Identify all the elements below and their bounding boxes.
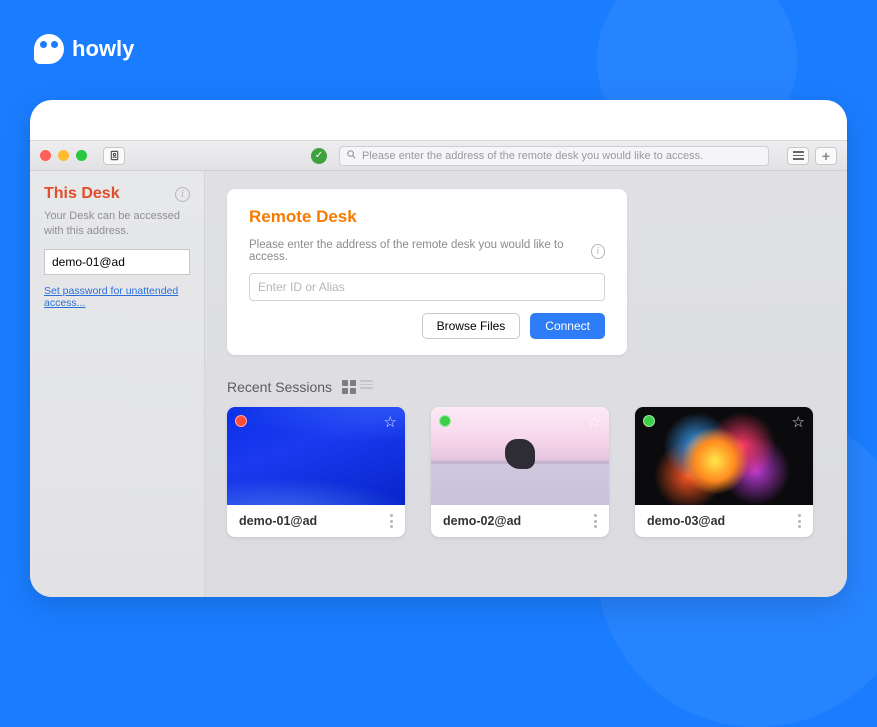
minimize-window-button[interactable] xyxy=(58,150,69,161)
remote-address-input[interactable] xyxy=(249,273,605,301)
session-thumbnail: ☆ xyxy=(431,407,609,505)
own-address-field[interactable] xyxy=(44,249,190,275)
session-card[interactable]: ☆ demo-01@ad xyxy=(227,407,405,537)
info-icon[interactable]: i xyxy=(175,187,190,202)
remote-description: Please enter the address of the remote d… xyxy=(249,239,583,263)
session-card[interactable]: ☆ demo-02@ad xyxy=(431,407,609,537)
app-window: ✓ Please enter the address of the remote… xyxy=(30,140,847,597)
status-indicator-offline xyxy=(235,415,247,427)
remote-desk-panel: Remote Desk Please enter the address of … xyxy=(227,189,627,355)
howly-brand: howly xyxy=(34,34,134,64)
sessions-grid: ☆ demo-01@ad ☆ xyxy=(227,407,825,537)
set-password-link[interactable]: Set password for unattended access... xyxy=(44,285,190,309)
sidebar-description: Your Desk can be accessed with this addr… xyxy=(44,209,190,239)
recent-sessions-header: Recent Sessions xyxy=(227,379,825,395)
status-indicator-online xyxy=(643,415,655,427)
search-placeholder: Please enter the address of the remote d… xyxy=(362,150,703,162)
menu-button[interactable] xyxy=(787,147,809,165)
search-icon xyxy=(346,149,357,163)
titlebar: ✓ Please enter the address of the remote… xyxy=(30,141,847,171)
address-book-button[interactable] xyxy=(103,147,125,165)
remote-title: Remote Desk xyxy=(249,207,605,227)
more-options-button[interactable] xyxy=(594,514,597,528)
screenshot-card: ✓ Please enter the address of the remote… xyxy=(30,100,847,597)
more-options-button[interactable] xyxy=(798,514,801,528)
grid-view-icon xyxy=(342,380,356,394)
session-card[interactable]: ☆ demo-03@ad xyxy=(635,407,813,537)
session-label: demo-02@ad xyxy=(443,514,521,528)
maximize-window-button[interactable] xyxy=(76,150,87,161)
owl-icon xyxy=(34,34,64,64)
session-label: demo-01@ad xyxy=(239,514,317,528)
main-content: Remote Desk Please enter the address of … xyxy=(205,171,847,597)
address-search-field[interactable]: Please enter the address of the remote d… xyxy=(339,146,769,166)
session-thumbnail: ☆ xyxy=(227,407,405,505)
connect-button[interactable]: Connect xyxy=(530,313,605,339)
sidebar-title: This Desk xyxy=(44,185,120,203)
favorite-icon[interactable]: ☆ xyxy=(588,413,601,431)
sidebar: This Desk i Your Desk can be accessed wi… xyxy=(30,171,205,597)
close-window-button[interactable] xyxy=(40,150,51,161)
view-toggle[interactable] xyxy=(342,380,373,394)
favorite-icon[interactable]: ☆ xyxy=(792,413,805,431)
browse-files-button[interactable]: Browse Files xyxy=(422,313,521,339)
status-ok-icon: ✓ xyxy=(311,148,327,164)
brand-name: howly xyxy=(72,36,134,62)
info-icon[interactable]: i xyxy=(591,244,605,259)
more-options-button[interactable] xyxy=(390,514,393,528)
window-controls xyxy=(40,150,87,161)
favorite-icon[interactable]: ☆ xyxy=(384,413,397,431)
new-tab-button[interactable]: + xyxy=(815,147,837,165)
status-indicator-online xyxy=(439,415,451,427)
recent-sessions-title: Recent Sessions xyxy=(227,379,332,395)
list-view-icon xyxy=(360,380,373,394)
session-label: demo-03@ad xyxy=(647,514,725,528)
session-thumbnail: ☆ xyxy=(635,407,813,505)
